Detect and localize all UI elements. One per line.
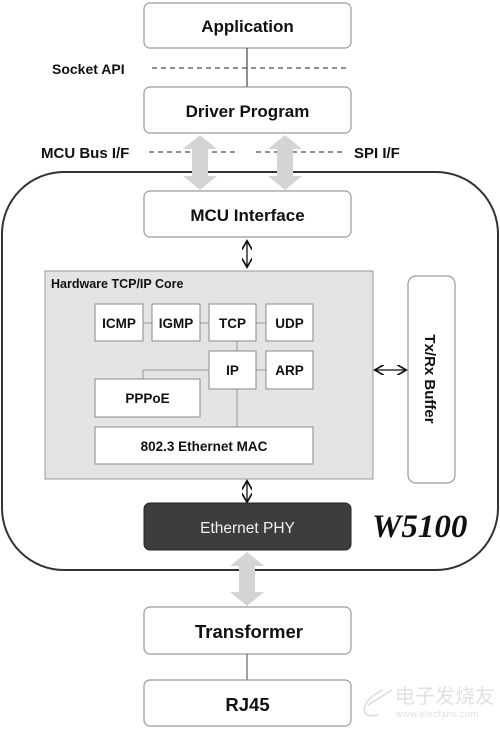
phy-transformer-double-arrow xyxy=(230,552,264,606)
ip-label: IP xyxy=(226,363,239,378)
socket-api-label: Socket API xyxy=(52,61,125,77)
elecfans-watermark-logo: 电子发烧友 www.elecfans.com xyxy=(363,684,495,720)
arp-label: ARP xyxy=(275,363,304,378)
application-label: Application xyxy=(201,17,294,36)
mcu-bus-if-label: MCU Bus I/F xyxy=(41,145,129,162)
rj45-label: RJ45 xyxy=(225,694,269,715)
pppoe-label: PPPoE xyxy=(125,391,169,406)
spi-double-arrow xyxy=(268,135,302,190)
mcu-interface-label: MCU Interface xyxy=(190,206,304,225)
spi-if-label: SPI I/F xyxy=(354,145,400,162)
chip-name: W5100 xyxy=(372,509,467,545)
w5100-block-diagram: Application Socket API Driver Program MC… xyxy=(1,2,499,727)
mcu-bus-double-arrow xyxy=(183,135,217,190)
svg-text:www.elecfans.com: www.elecfans.com xyxy=(395,710,479,720)
igmp-label: IGMP xyxy=(159,316,194,331)
udp-label: UDP xyxy=(275,316,304,331)
svg-text:电子发烧友: 电子发烧友 xyxy=(395,684,495,708)
tcp-label: TCP xyxy=(219,316,246,331)
transformer-label: Transformer xyxy=(195,621,303,642)
icmp-label: ICMP xyxy=(102,316,136,331)
driver-program-label: Driver Program xyxy=(186,102,310,121)
ethernet-phy-label: Ethernet PHY xyxy=(200,520,295,537)
ethernet-mac-label: 802.3 Ethernet MAC xyxy=(141,439,268,454)
tx-rx-buffer-label: Tx/Rx Buffer xyxy=(421,334,438,423)
core-title: Hardware TCP/IP Core xyxy=(51,277,184,291)
